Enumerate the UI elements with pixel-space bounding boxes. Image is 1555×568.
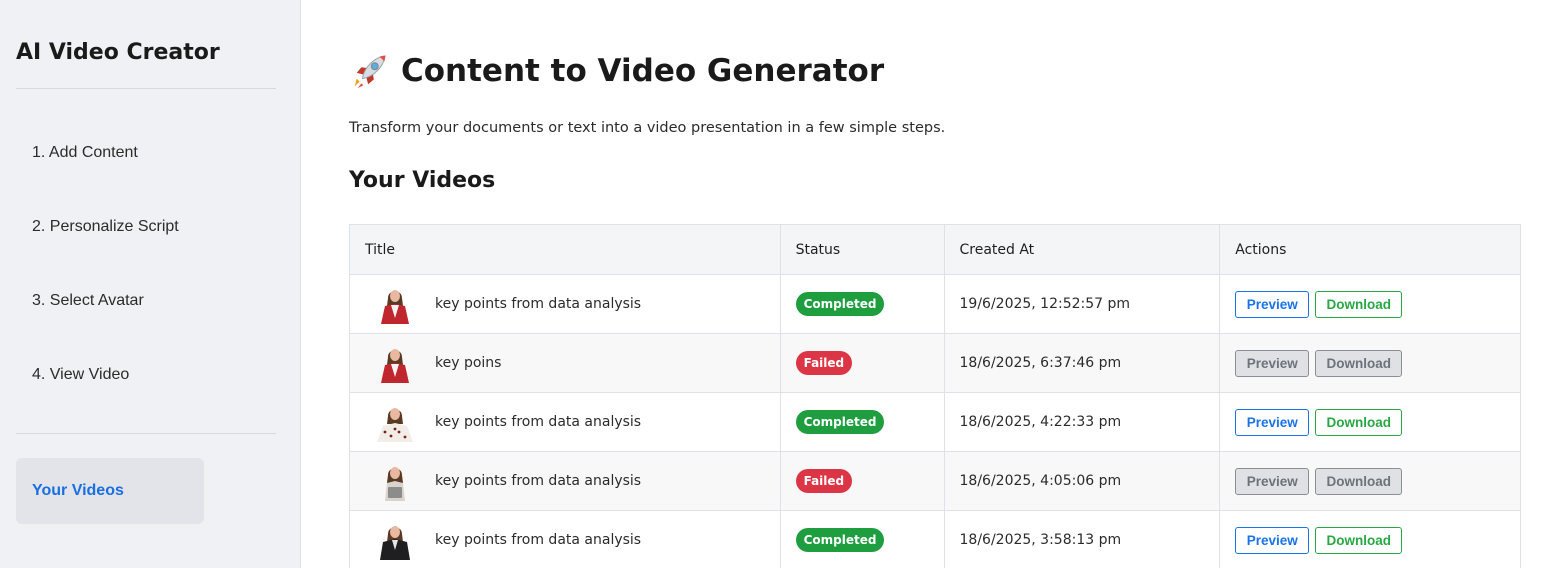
download-button[interactable]: Download [1315,526,1403,554]
table-row: key points from data analysis Completed 18… [349,392,1521,452]
table-row: key points from data analysis Failed 18/6/… [349,451,1521,511]
table-row: key poins Failed 18/6/2025, 6:37:46 pm Prev… [349,333,1521,393]
page-header: Content to Video Generator [351,50,884,92]
actions-cell: Preview Download [1219,451,1521,511]
sidebar-item-select-avatar[interactable]: 3. Select Avatar [32,292,144,310]
table-row: key points from data analysis Completed 18… [349,510,1521,568]
sidebar-item-view-video[interactable]: 4. View Video [32,366,129,384]
column-header-actions: Actions [1219,224,1521,275]
actions-cell: Preview Download [1219,274,1521,334]
status-cell: Failed [779,451,945,511]
download-button[interactable]: Download [1315,290,1403,318]
status-cell: Failed [779,333,945,393]
video-title: key points from data analysis [435,532,642,548]
actions-cell: Preview Download [1219,510,1521,568]
avatar-thumbnail [375,402,415,442]
column-header-created-at: Created At [943,224,1221,275]
table-header-row: Title Status Created At Actions [349,224,1521,275]
created-at-cell: 18/6/2025, 6:37:46 pm [943,333,1221,393]
status-badge: Completed [795,292,885,316]
avatar-thumbnail [375,461,415,501]
preview-button: Preview [1235,349,1310,377]
column-header-status: Status [779,224,945,275]
title-cell: key points from data analysis [349,392,781,452]
status-badge: Failed [795,351,853,375]
download-button[interactable]: Download [1315,408,1403,436]
sidebar-divider [16,433,276,434]
rocket-icon [354,55,386,89]
status-badge: Completed [795,410,885,434]
page-subtitle: Transform your documents or text into a … [349,120,946,136]
created-at-cell: 18/6/2025, 4:05:06 pm [943,451,1221,511]
sidebar-item-add-content[interactable]: 1. Add Content [32,144,138,162]
title-cell: key points from data analysis [349,274,781,334]
column-header-title: Title [349,224,781,275]
created-at-cell: 18/6/2025, 4:22:33 pm [943,392,1221,452]
status-badge: Failed [795,469,853,493]
download-button: Download [1315,349,1403,377]
video-title: key points from data analysis [435,473,642,489]
created-at-cell: 18/6/2025, 3:58:13 pm [943,510,1221,568]
sidebar-item-personalize-script[interactable]: 2. Personalize Script [32,218,179,236]
download-button: Download [1315,467,1403,495]
app-brand: AI Video Creator [16,40,220,65]
preview-button: Preview [1235,467,1310,495]
created-at-cell: 19/6/2025, 12:52:57 pm [943,274,1221,334]
sidebar-item-label: Your Videos [32,482,124,499]
preview-button[interactable]: Preview [1235,526,1310,554]
title-cell: key points from data analysis [349,451,781,511]
title-cell: key poins [349,333,781,393]
sidebar-divider [16,88,276,89]
page-title: Content to Video Generator [401,53,885,89]
title-cell: key points from data analysis [349,510,781,568]
actions-cell: Preview Download [1219,392,1521,452]
sidebar-item-your-videos[interactable]: Your Videos [16,458,204,524]
video-title: key points from data analysis [435,414,642,430]
videos-table: Title Status Created At Actions key poin… [349,224,1521,568]
section-title: Your Videos [349,168,496,193]
video-title: key poins [435,355,502,371]
status-cell: Completed [779,392,945,452]
actions-cell: Preview Download [1219,333,1521,393]
sidebar: AI Video Creator 1. Add Content 2. Perso… [0,0,301,568]
status-cell: Completed [779,274,945,334]
avatar-thumbnail [375,520,415,560]
table-row: key points from data analysis Completed 19… [349,274,1521,334]
status-badge: Completed [795,528,885,552]
avatar-thumbnail [375,343,415,383]
preview-button[interactable]: Preview [1235,408,1310,436]
preview-button[interactable]: Preview [1235,290,1310,318]
avatar-thumbnail [375,284,415,324]
video-title: key points from data analysis [435,296,642,312]
status-cell: Completed [779,510,945,568]
